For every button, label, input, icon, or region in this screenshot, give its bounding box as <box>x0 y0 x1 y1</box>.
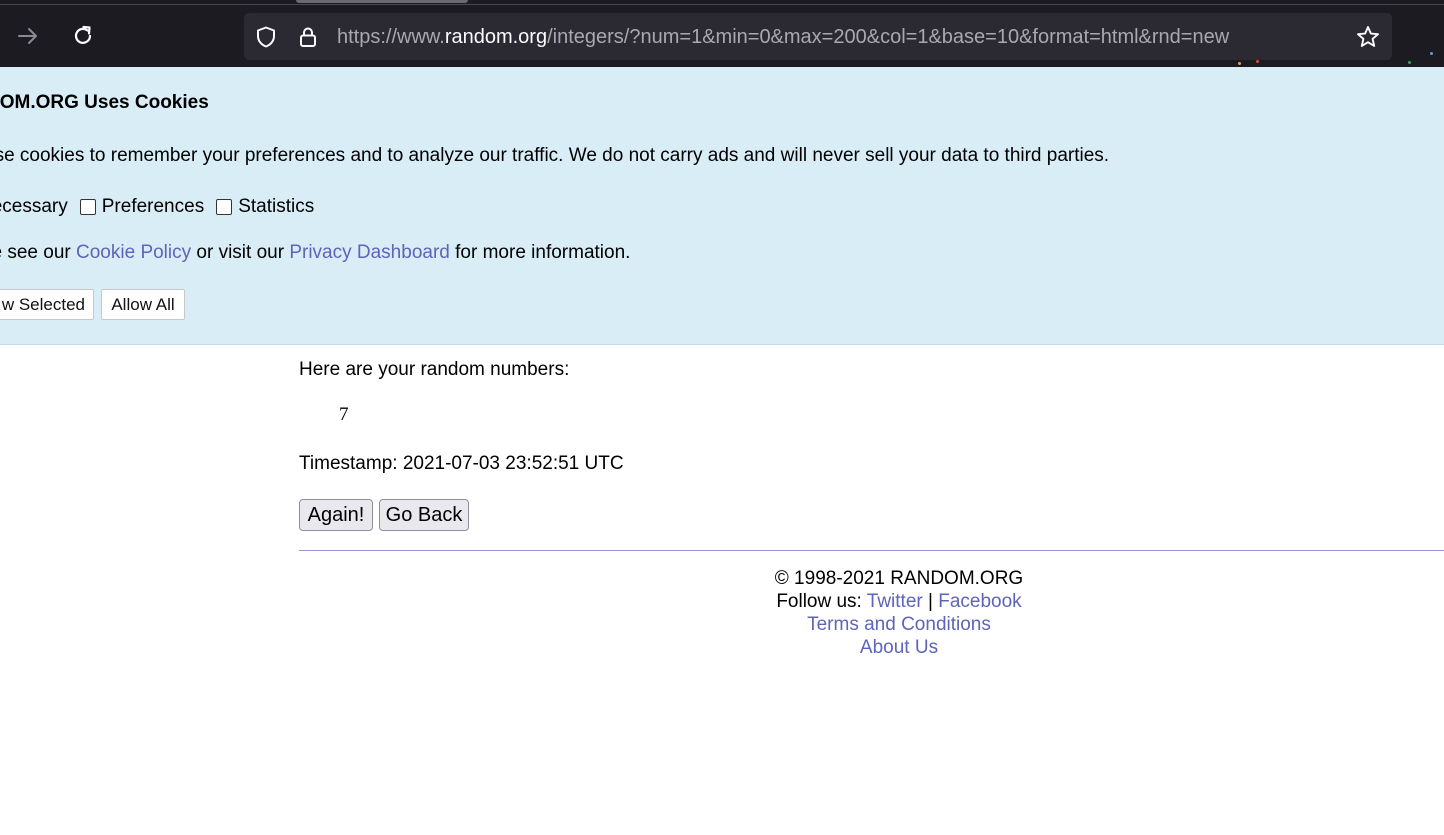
decorative-dot <box>1408 61 1411 64</box>
result-timestamp: Timestamp: 2021-07-03 23:52:51 UTC <box>299 453 624 474</box>
tracking-protection-shield-icon[interactable] <box>253 24 279 50</box>
allow-selected-button[interactable]: w Selected <box>0 289 94 320</box>
tab-strip-edge <box>0 4 1444 5</box>
info-prefix: se see our <box>0 242 71 263</box>
url-path: /integers/?num=1&min=0&max=200&col=1&bas… <box>547 26 1230 48</box>
go-back-button[interactable]: Go Back <box>379 499 469 531</box>
statistics-label[interactable]: Statistics <box>238 196 314 218</box>
footer-divider <box>299 550 1444 551</box>
preferences-checkbox[interactable] <box>79 199 96 215</box>
terms-link[interactable]: Terms and Conditions <box>807 614 991 635</box>
active-tab-edge[interactable] <box>296 0 468 3</box>
browser-toolbar: https://www.random.org/integers/?num=1&m… <box>0 0 1444 67</box>
twitter-link[interactable]: Twitter <box>867 591 923 612</box>
cookie-consent-banner: DOM.ORG Uses Cookies use cookies to reme… <box>0 67 1444 345</box>
privacy-dashboard-link[interactable]: Privacy Dashboard <box>289 242 450 263</box>
cookie-banner-message: use cookies to remember your preferences… <box>0 145 1110 166</box>
footer: © 1998-2021 RANDOM.ORG Follow us: Twitte… <box>299 567 1444 659</box>
info-suffix: for more information. <box>455 242 631 263</box>
arrow-right-icon <box>18 28 37 44</box>
link-separator: | <box>928 591 933 612</box>
cookie-policy-link[interactable]: Cookie Policy <box>76 242 191 263</box>
url-scheme: https://www. <box>337 26 445 48</box>
about-us-link[interactable]: About Us <box>860 637 938 658</box>
cookie-options: Necessary Preferences Statistics <box>0 195 314 219</box>
main-content: Here are your random numbers: 7 Timestam… <box>299 345 1444 665</box>
forward-button[interactable] <box>10 18 46 54</box>
follow-label: Follow us: <box>776 591 862 612</box>
necessary-label: Necessary <box>0 196 68 217</box>
facebook-link[interactable]: Facebook <box>938 591 1021 612</box>
decorative-dot <box>1238 62 1241 65</box>
result-intro: Here are your random numbers: <box>299 359 570 380</box>
address-bar[interactable]: https://www.random.org/integers/?num=1&m… <box>244 13 1392 60</box>
statistics-checkbox[interactable] <box>216 199 233 215</box>
reload-icon <box>74 25 92 44</box>
bookmark-star-icon[interactable] <box>1355 24 1381 50</box>
preferences-label[interactable]: Preferences <box>102 196 204 218</box>
decorative-dot <box>1430 52 1433 55</box>
url-host: random.org <box>444 26 548 48</box>
again-button[interactable]: Again! <box>299 499 373 531</box>
lock-icon[interactable] <box>295 24 321 50</box>
cookie-banner-title: DOM.ORG Uses Cookies <box>0 92 209 113</box>
decorative-dot <box>1256 60 1259 63</box>
random-number: 7 <box>339 404 349 425</box>
info-middle: or visit our <box>196 242 285 263</box>
allow-all-button[interactable]: Allow All <box>101 289 185 320</box>
reload-button[interactable] <box>65 18 101 54</box>
cookie-banner-info: se see our Cookie Policy or visit our Pr… <box>0 242 630 264</box>
url-text[interactable]: https://www.random.org/integers/?num=1&m… <box>337 24 1229 50</box>
follow-us-line: Follow us: Twitter | Facebook <box>299 590 1444 613</box>
copyright: © 1998-2021 RANDOM.ORG <box>774 568 1024 589</box>
